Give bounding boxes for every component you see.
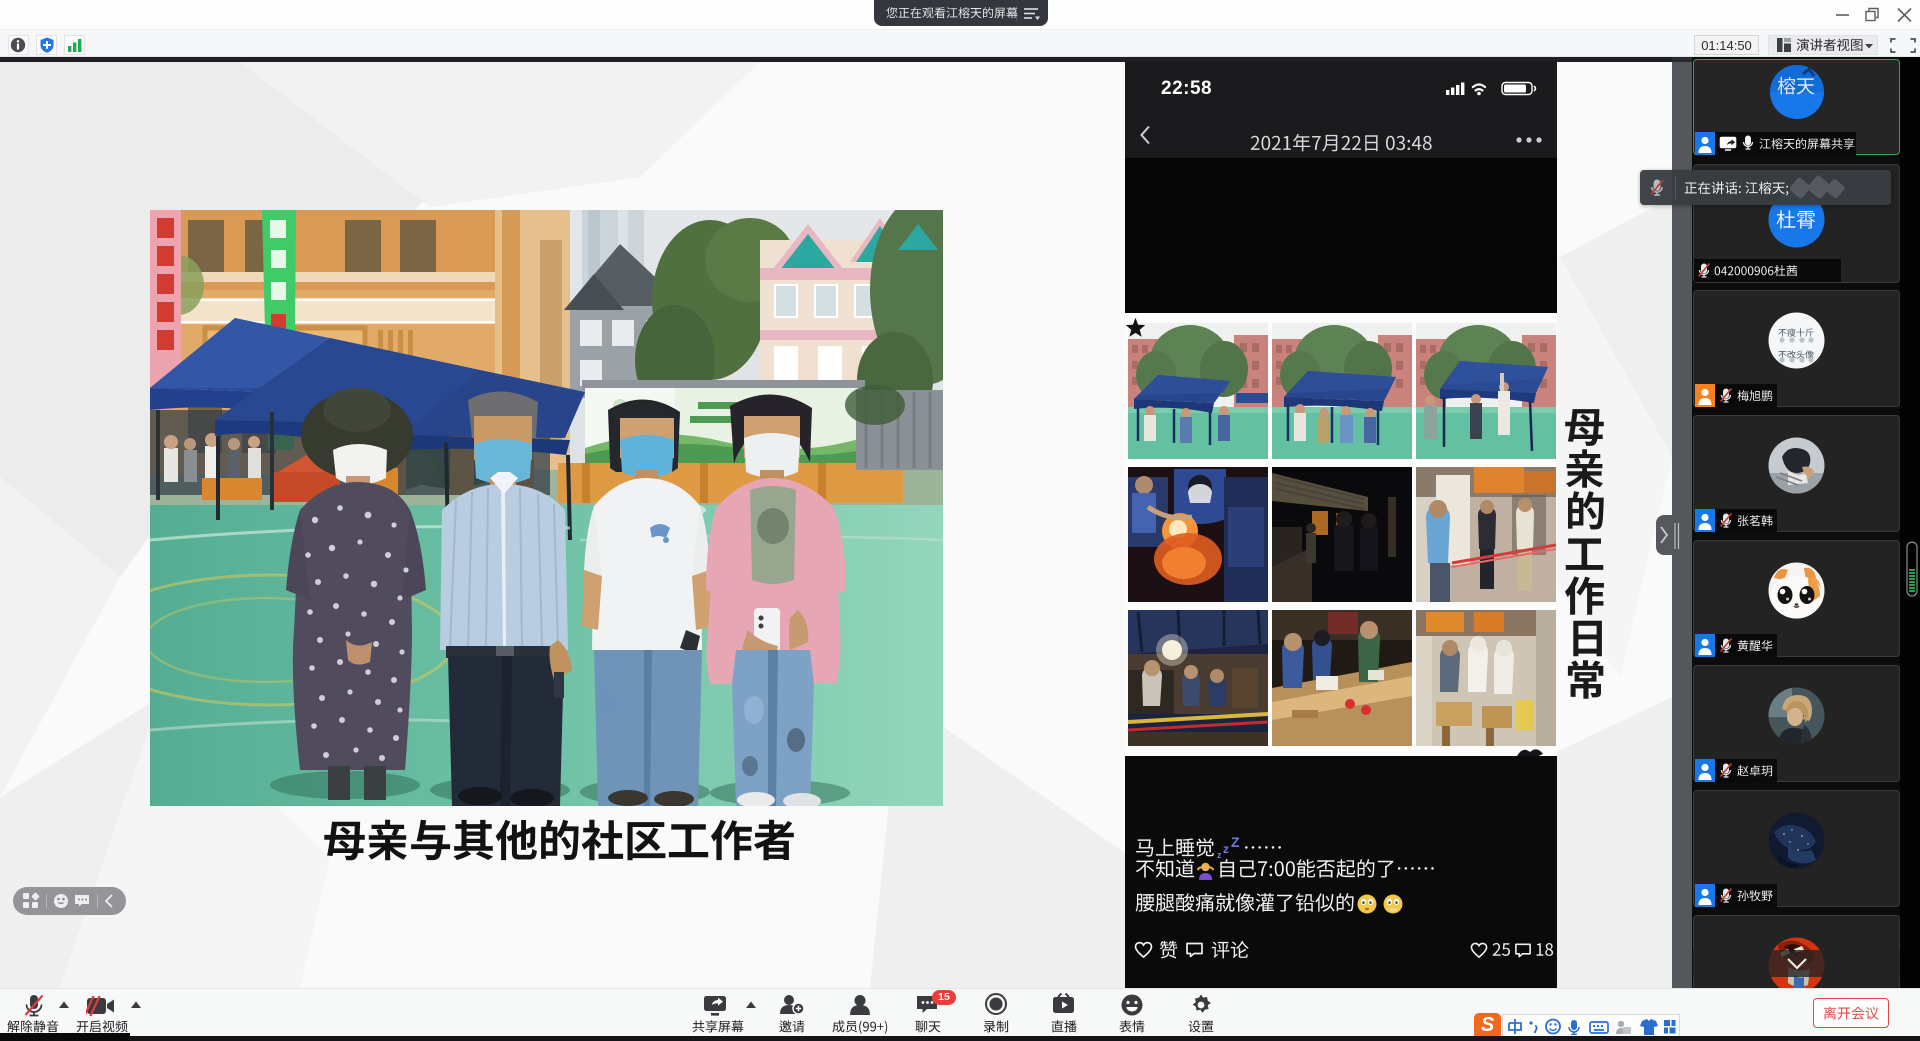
svg-text:Z: Z bbox=[1231, 837, 1240, 850]
